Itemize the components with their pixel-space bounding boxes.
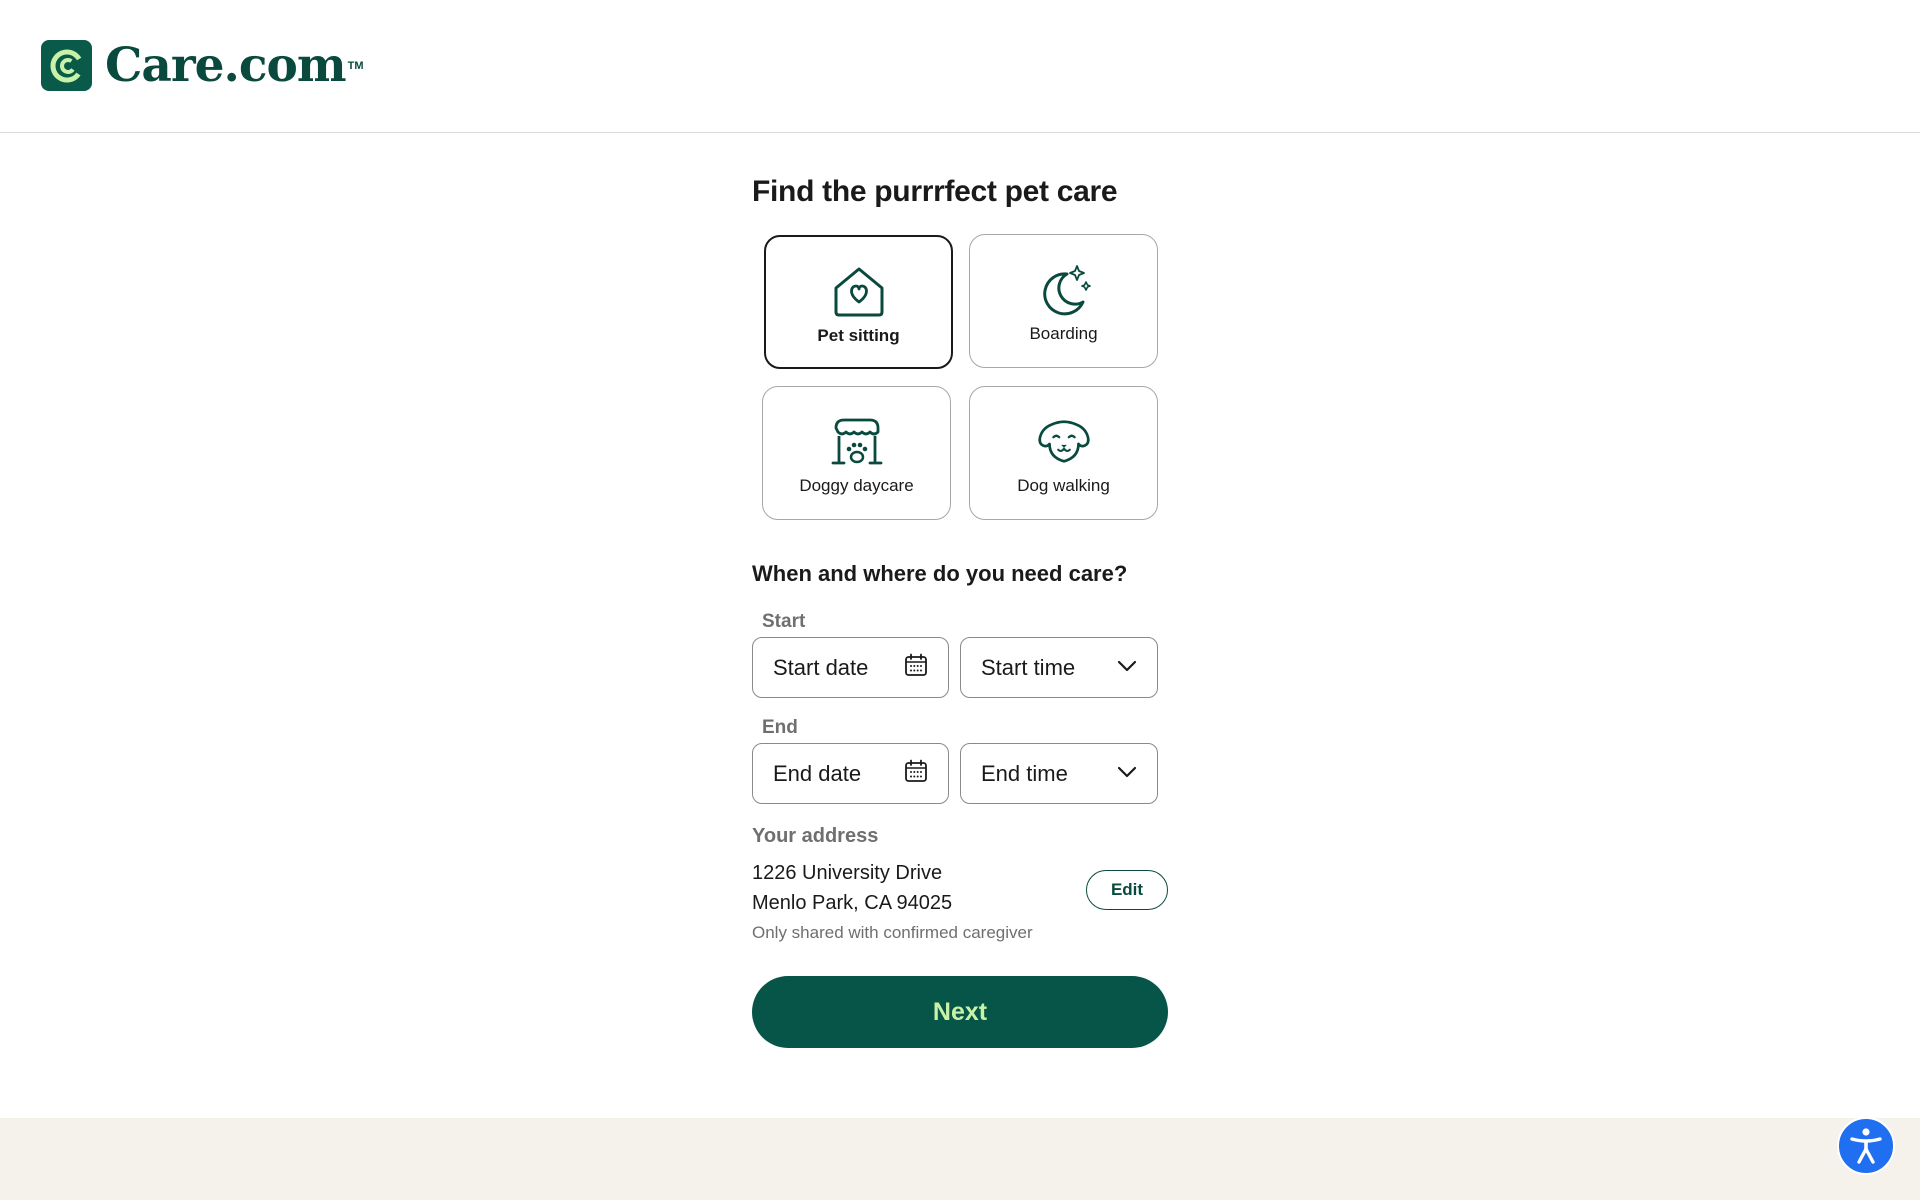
calendar-icon bbox=[904, 759, 928, 788]
start-time-placeholder: Start time bbox=[981, 654, 1076, 680]
end-label: End bbox=[762, 717, 798, 738]
address-line-2: Menlo Park, CA 94025 bbox=[752, 892, 953, 914]
dog-face-icon bbox=[1036, 416, 1092, 468]
end-time-select[interactable]: End time bbox=[960, 743, 1158, 804]
next-button[interactable]: Next bbox=[752, 976, 1168, 1048]
trademark: TM bbox=[347, 60, 364, 72]
care-logo-icon bbox=[41, 40, 92, 91]
service-label: Pet sitting bbox=[817, 326, 900, 345]
storefront-paw-icon bbox=[829, 416, 885, 468]
end-date-field[interactable]: End date bbox=[752, 743, 949, 804]
service-card-doggy-daycare[interactable]: Doggy daycare bbox=[762, 386, 951, 520]
start-date-field[interactable]: Start date bbox=[752, 637, 949, 698]
service-card-pet-sitting[interactable]: Pet sitting bbox=[764, 235, 953, 369]
start-date-placeholder: Start date bbox=[773, 654, 869, 680]
chevron-down-icon bbox=[1117, 765, 1137, 783]
schedule-title: When and where do you need care? bbox=[752, 561, 1128, 586]
start-label: Start bbox=[762, 611, 806, 632]
footer-band bbox=[0, 1118, 1920, 1200]
page-title: Find the purrrfect pet care bbox=[752, 175, 1118, 208]
care-logo[interactable]: Care.com TM bbox=[41, 40, 363, 91]
end-date-placeholder: End date bbox=[773, 760, 862, 786]
calendar-icon bbox=[904, 653, 928, 682]
house-heart-icon bbox=[831, 266, 887, 318]
accessibility-button[interactable] bbox=[1837, 1117, 1895, 1175]
address-label: Your address bbox=[752, 825, 879, 847]
end-time-placeholder: End time bbox=[981, 760, 1068, 786]
start-time-select[interactable]: Start time bbox=[960, 637, 1158, 698]
address-privacy-note: Only shared with confirmed caregiver bbox=[752, 923, 1033, 942]
moon-stars-icon bbox=[1036, 264, 1092, 316]
site-header: Care.com TM bbox=[0, 0, 1920, 133]
service-card-dog-walking[interactable]: Dog walking bbox=[969, 386, 1158, 520]
accessibility-icon bbox=[1850, 1128, 1882, 1164]
service-label: Boarding bbox=[1029, 324, 1098, 343]
service-card-boarding[interactable]: Boarding bbox=[969, 234, 1158, 368]
chevron-down-icon bbox=[1117, 659, 1137, 677]
brand-name: Care.com bbox=[105, 38, 347, 93]
service-label: Doggy daycare bbox=[799, 476, 914, 495]
address-line-1: 1226 University Drive bbox=[752, 862, 943, 884]
edit-address-button[interactable]: Edit bbox=[1086, 870, 1168, 910]
service-label: Dog walking bbox=[1017, 476, 1110, 495]
